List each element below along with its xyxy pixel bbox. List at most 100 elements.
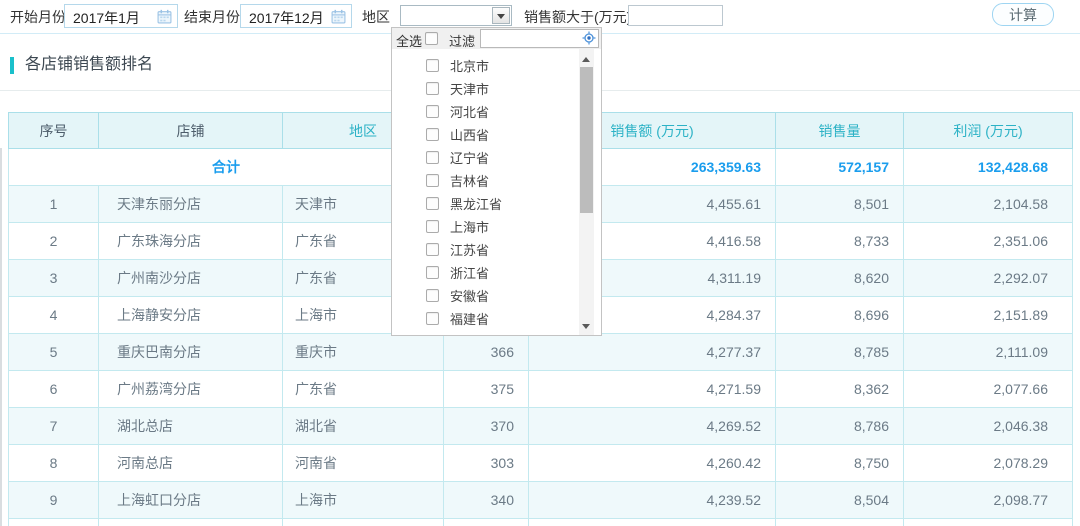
cell-store: 上海静安分店 [99,297,283,334]
region-option[interactable]: 浙江省 [392,262,578,285]
scrollbar-thumb[interactable] [580,67,593,213]
cell-no: 4 [9,297,99,334]
region-list: 北京市 天津市 河北省 山西省 辽宁省 吉林省 黑龙江省 上海市 江苏省 浙江省… [392,49,578,336]
scroll-up-icon[interactable] [582,57,590,62]
filter-label: 过滤 [449,31,475,50]
region-option-checkbox[interactable] [426,128,439,141]
region-option-checkbox[interactable] [426,174,439,187]
region-option[interactable]: 天津市 [392,78,578,101]
cell-qty: 8,620 [776,260,904,297]
cell-region: 上海市 [283,482,444,519]
region-option[interactable]: 江西省 [392,331,578,336]
region-option-checkbox[interactable] [426,335,439,336]
calendar-icon[interactable] [157,9,172,29]
region-option-checkbox[interactable] [426,82,439,95]
region-option[interactable]: 安徽省 [392,285,578,308]
region-option-checkbox[interactable] [426,59,439,72]
region-option-checkbox[interactable] [426,243,439,256]
header-store: 店铺 [99,113,283,149]
region-option-label: 北京市 [450,55,489,78]
region-option-label: 河北省 [450,101,489,124]
sales-threshold-input[interactable] [628,5,723,26]
header-no: 序号 [9,113,99,149]
region-select[interactable] [400,5,512,26]
cell-no: 1 [9,186,99,223]
dropdown-scrollbar[interactable] [579,49,594,336]
end-month-input[interactable]: 2017年12月 [240,4,352,28]
total-profit: 132,428.68 [904,149,1073,186]
cell-no: 2 [9,223,99,260]
cell-profit: 2,077.66 [904,371,1073,408]
title-accent-bar [10,57,14,74]
region-option-label: 上海市 [450,216,489,239]
region-option[interactable]: 上海市 [392,216,578,239]
cell-store: 河南总店 [99,445,283,482]
region-option-label: 吉林省 [450,170,489,193]
header-profit: 利润 (万元) [904,113,1073,149]
table-row: 8 河南总店 河南省 303 4,260.42 8,750 2,078.29 [9,445,1073,482]
cell-qty: 8,785 [776,334,904,371]
region-option-label: 辽宁省 [450,147,489,170]
region-option-checkbox[interactable] [426,220,439,233]
region-option-checkbox[interactable] [426,289,439,302]
cell-store: 湖北总店 [99,408,283,445]
cell-profit: 2,111.09 [904,334,1073,371]
region-option[interactable]: 福建省 [392,308,578,331]
calendar-icon[interactable] [331,9,346,29]
cell-profit: 2,098.77 [904,482,1073,519]
cell-store [99,519,283,526]
cell-no: 6 [9,371,99,408]
start-month-value: 2017年1月 [73,8,140,28]
start-month-input[interactable]: 2017年1月 [64,4,178,28]
table-row: 6 广州荔湾分店 广东省 375 4,271.59 8,362 2,077.66 [9,371,1073,408]
cell-col4 [444,519,529,526]
cell-no: 9 [9,482,99,519]
left-edge-line [0,148,2,526]
region-label: 地区 [362,7,390,27]
region-option[interactable]: 山西省 [392,124,578,147]
region-option-label: 江苏省 [450,239,489,262]
cell-qty: 8,362 [776,371,904,408]
region-option[interactable]: 黑龙江省 [392,193,578,216]
end-month-value: 2017年12月 [249,8,324,28]
cell-col4: 370 [444,408,529,445]
calculate-button[interactable]: 计算 [992,3,1054,26]
region-option-label: 安徽省 [450,285,489,308]
region-option-checkbox[interactable] [426,151,439,164]
start-month-label: 开始月份 [10,7,66,27]
cell-store: 广东珠海分店 [99,223,283,260]
select-all-label: 全选 [396,31,422,50]
header-qty: 销售量 [776,113,904,149]
cell-region: 湖北省 [283,408,444,445]
total-label: 合计 [9,149,444,186]
table-row [9,519,1073,526]
cell-no: 3 [9,260,99,297]
cell-qty: 8,750 [776,445,904,482]
locate-target-icon[interactable] [582,31,596,50]
region-option[interactable]: 河北省 [392,101,578,124]
region-option-label: 福建省 [450,308,489,331]
region-option[interactable]: 辽宁省 [392,147,578,170]
cell-no: 5 [9,334,99,371]
region-option[interactable]: 北京市 [392,55,578,78]
region-option-checkbox[interactable] [426,266,439,279]
cell-store: 上海虹口分店 [99,482,283,519]
cell-sales [529,519,776,526]
cell-col4: 340 [444,482,529,519]
region-option[interactable]: 吉林省 [392,170,578,193]
dropdown-filter-row: 全选 过滤 [392,28,601,49]
select-all-checkbox[interactable] [425,32,438,45]
chevron-down-icon[interactable] [492,7,510,24]
end-month-label: 结束月份 [184,7,240,27]
cell-col4: 375 [444,371,529,408]
region-option[interactable]: 江苏省 [392,239,578,262]
table-row: 9 上海虹口分店 上海市 340 4,239.52 8,504 2,098.77 [9,482,1073,519]
cell-sales: 4,269.52 [529,408,776,445]
region-option-checkbox[interactable] [426,197,439,210]
cell-no: 7 [9,408,99,445]
scroll-down-icon[interactable] [582,324,590,329]
region-option-checkbox[interactable] [426,312,439,325]
region-option-label: 浙江省 [450,262,489,285]
region-option-checkbox[interactable] [426,105,439,118]
table-row: 5 重庆巴南分店 重庆市 366 4,277.37 8,785 2,111.09 [9,334,1073,371]
